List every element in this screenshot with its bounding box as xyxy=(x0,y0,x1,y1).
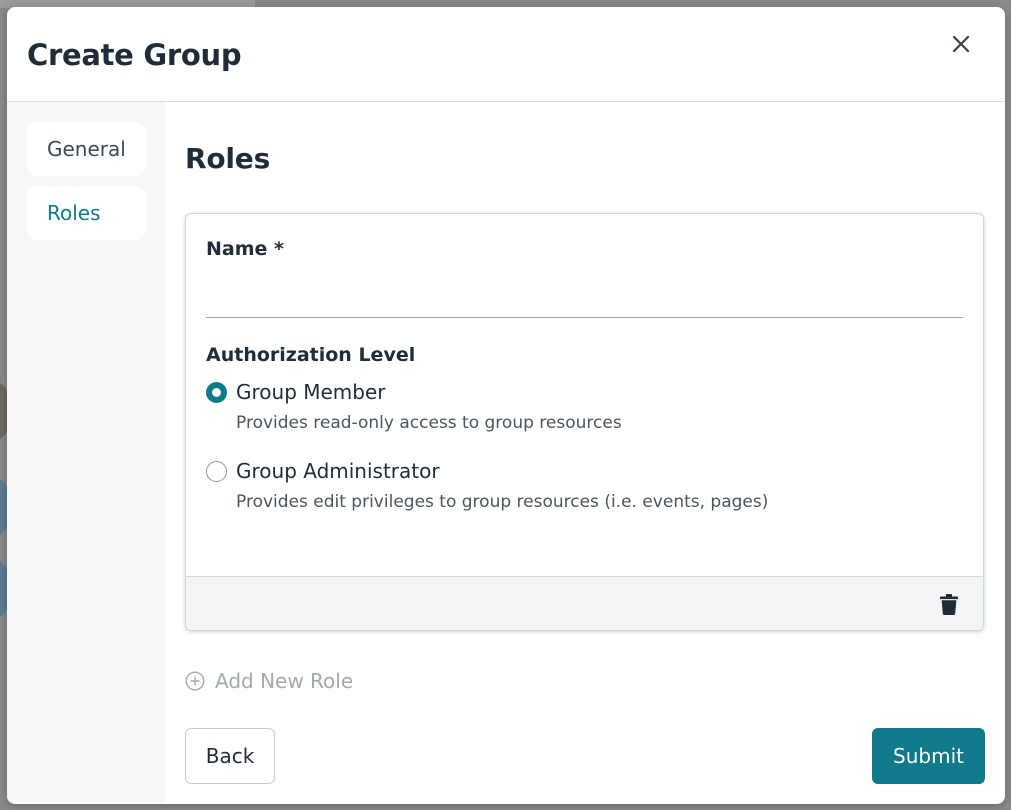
radio-label: Group Member xyxy=(236,380,386,404)
radio-description: Provides read-only access to group resou… xyxy=(236,413,622,433)
sidebar-item-roles[interactable]: Roles xyxy=(27,186,146,240)
roles-panel: Roles Name * Authorization Level Group M… xyxy=(165,102,1005,803)
radio-option-group-administrator[interactable]: Group Administrator Provides edit privil… xyxy=(206,459,963,512)
delete-role-button[interactable] xyxy=(937,593,961,617)
modal-actions: Back Submit xyxy=(185,728,985,784)
radio-description: Provides edit privileges to group resour… xyxy=(236,492,769,512)
sidebar-item-general[interactable]: General xyxy=(27,122,146,176)
radio-option-group-member[interactable]: Group Member Provides read-only access t… xyxy=(206,380,963,433)
role-card-body: Name * Authorization Level Group Member … xyxy=(186,214,983,576)
back-button[interactable]: Back xyxy=(185,728,275,784)
role-card: Name * Authorization Level Group Member … xyxy=(185,213,984,631)
name-input[interactable] xyxy=(206,272,963,318)
role-card-footer xyxy=(186,576,983,630)
add-new-role-label: Add New Role xyxy=(215,669,354,693)
section-title: Roles xyxy=(185,142,271,175)
authorization-level-label: Authorization Level xyxy=(206,344,416,366)
modal-header: Create Group xyxy=(7,7,1005,102)
radio-button-group-administrator[interactable] xyxy=(206,461,227,482)
radio-label: Group Administrator xyxy=(236,459,440,483)
close-button[interactable] xyxy=(947,30,975,58)
name-label: Name * xyxy=(206,238,284,260)
modal-title: Create Group xyxy=(27,38,242,72)
modal-body: General Roles Roles Name * Authorization… xyxy=(7,102,1005,803)
add-new-role-button[interactable]: Add New Role xyxy=(185,669,375,693)
plus-circle-icon xyxy=(185,671,205,691)
sidebar: General Roles xyxy=(7,102,165,803)
create-group-modal: Create Group General Roles Roles Name * … xyxy=(7,7,1005,804)
close-icon xyxy=(952,35,970,53)
trash-icon xyxy=(940,594,958,615)
radio-button-group-member[interactable] xyxy=(206,382,227,403)
submit-button[interactable]: Submit xyxy=(872,728,985,784)
